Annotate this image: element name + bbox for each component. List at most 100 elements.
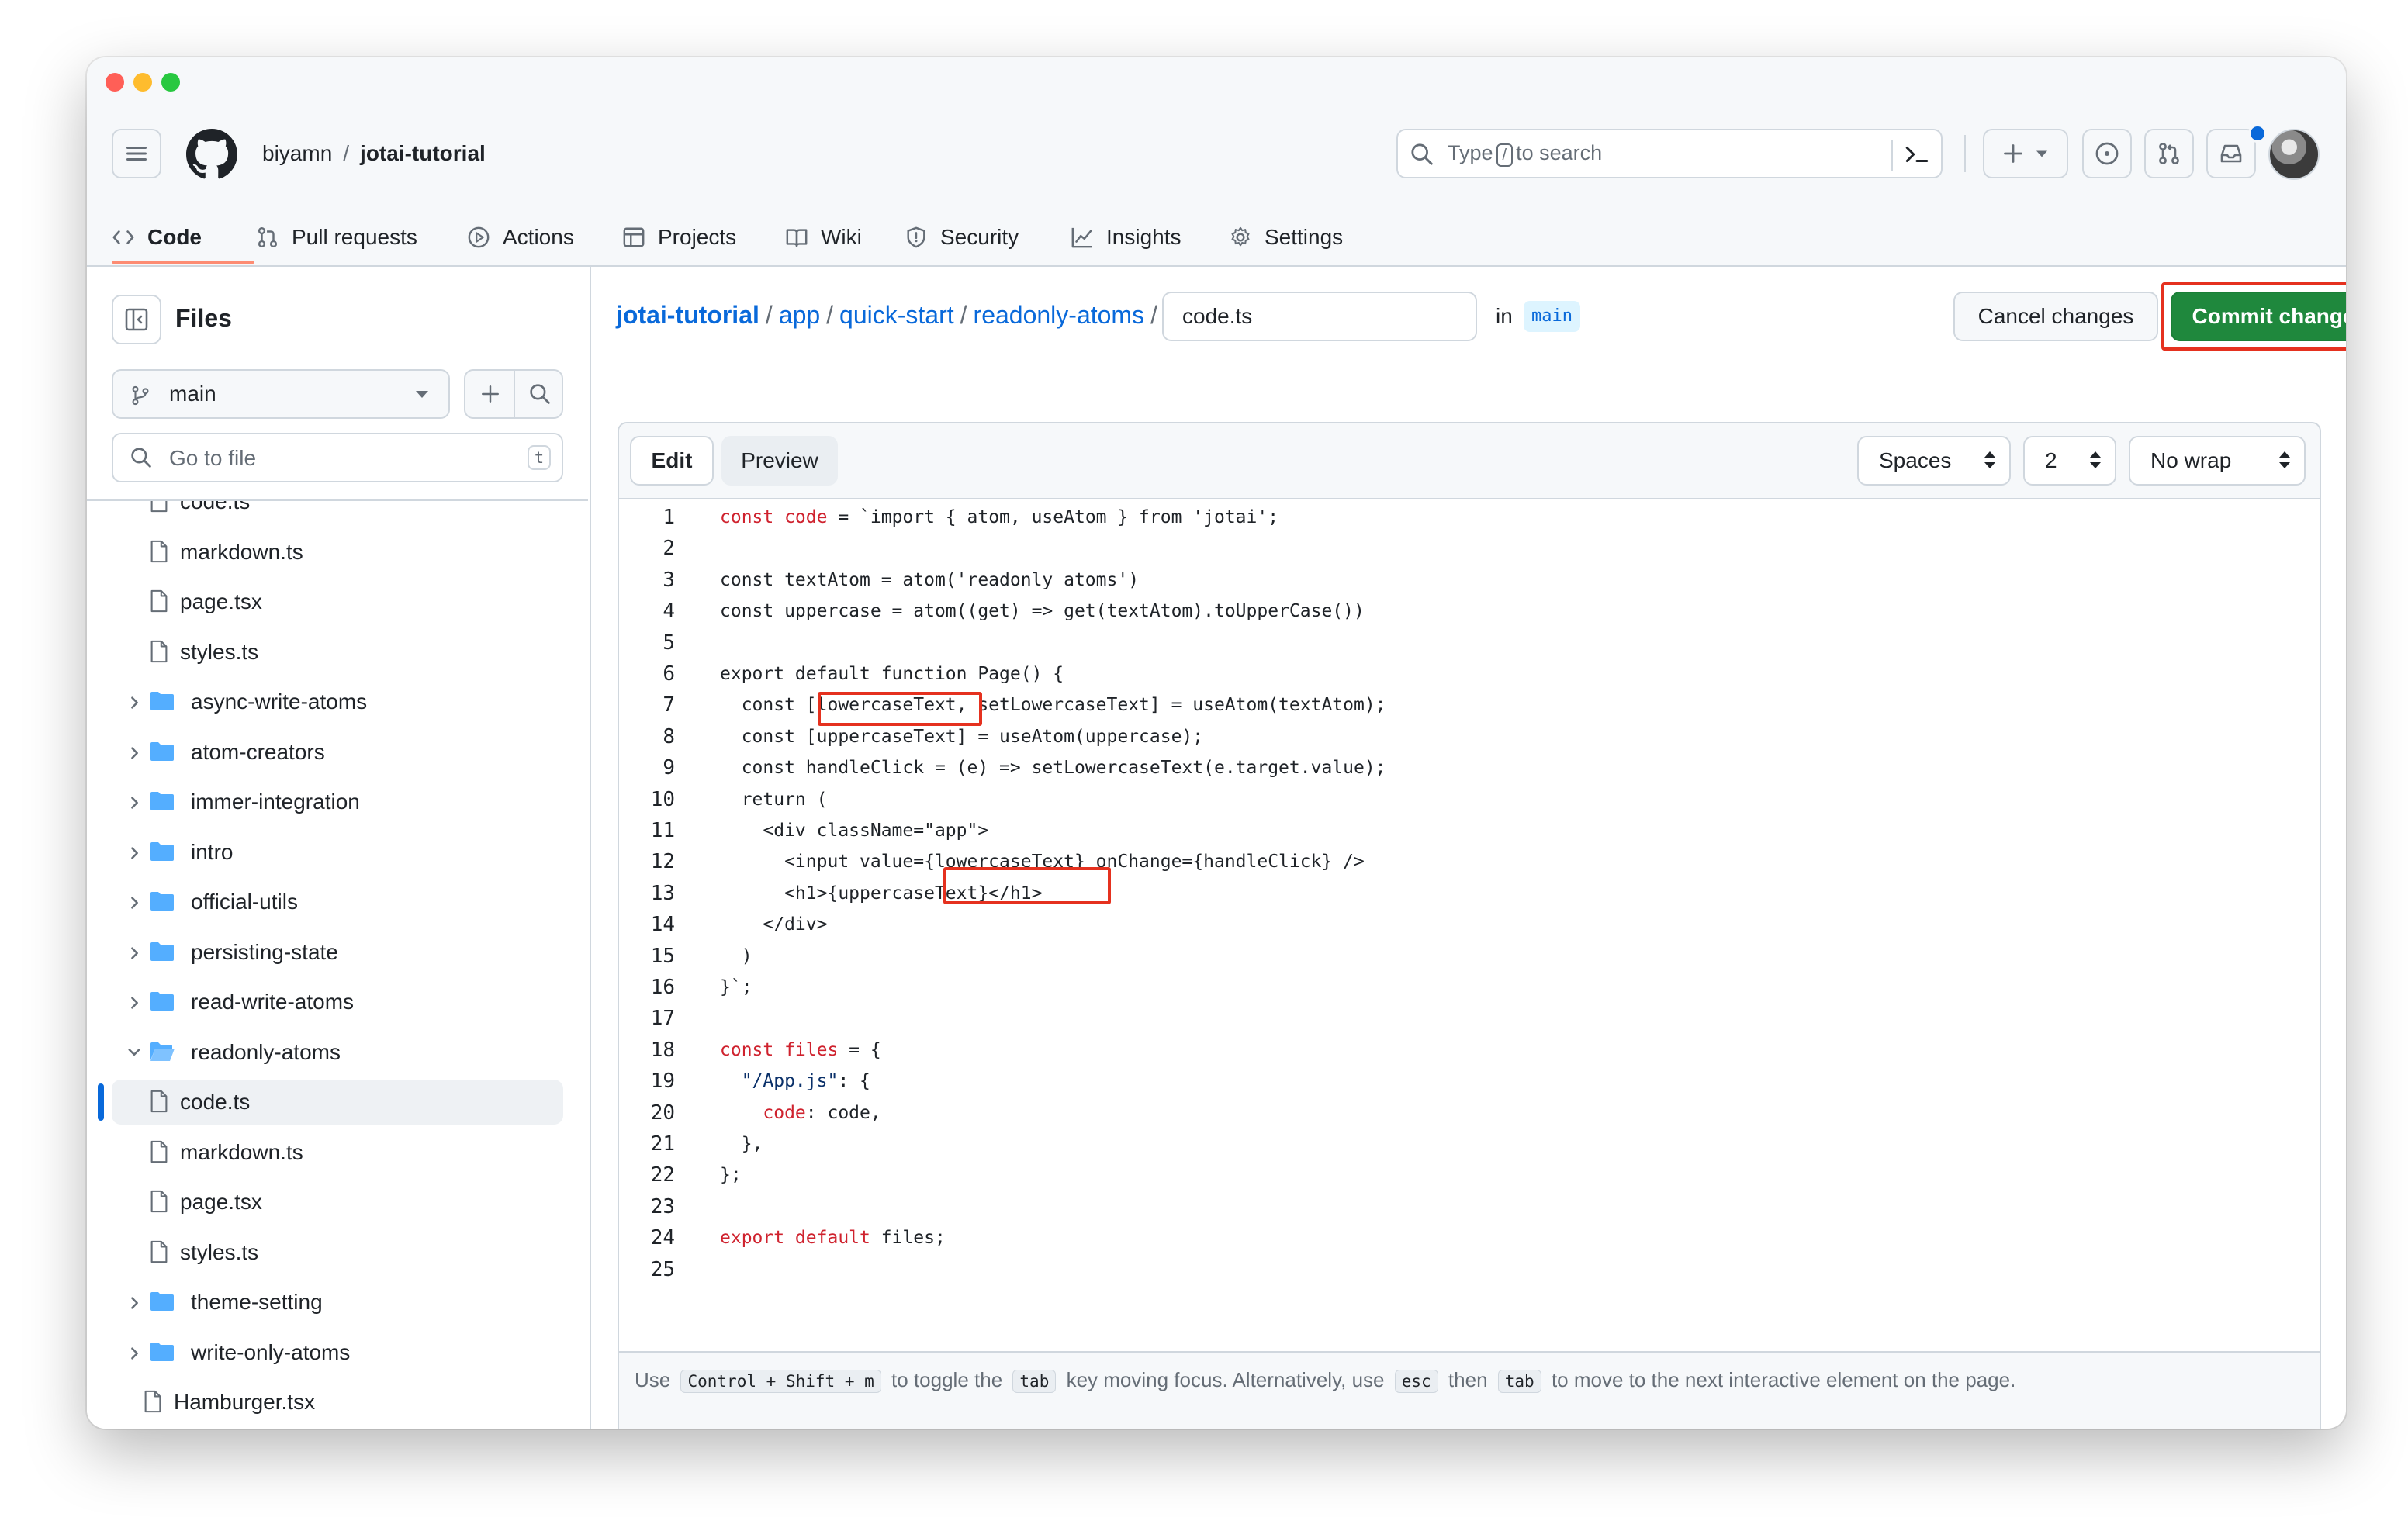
tab-actions[interactable]: Actions [467,209,574,265]
line-text: const textAtom = atom('readonly atoms') [720,570,1139,590]
tree-item-label: markdown.ts [180,1139,303,1164]
line-number: 20 [650,1101,675,1125]
folder-icon [150,892,174,911]
command-palette-icon[interactable] [1904,141,1930,168]
window-close-button[interactable] [106,73,124,92]
tree-item-label: page.tsx [180,1190,262,1214]
header-divider [1964,135,1966,172]
user-avatar[interactable] [2268,129,2320,180]
breadcrumb-app-link[interactable]: app [779,301,820,329]
hamburger-menu-button[interactable] [112,129,161,178]
search-files-button[interactable] [515,371,565,417]
commit-changes-button[interactable]: Commit changes... [2171,292,2346,341]
breadcrumb-separator: / [765,301,773,329]
tab-insights[interactable]: Insights [1071,209,1182,265]
window-minimize-button[interactable] [133,73,152,92]
repo-owner-link[interactable]: biyamn [262,141,332,165]
chevron-right-icon [131,746,138,759]
tab-wiki[interactable]: Wiki [785,209,862,265]
tree-folder-item[interactable]: atom-creators [112,730,563,775]
tree-folder-item[interactable]: write-only-atoms [112,1330,563,1375]
tree-item-label: persisting-state [191,939,338,964]
breadcrumb-readonly-atoms-link[interactable]: readonly-atoms [974,301,1145,329]
tree-file-item[interactable]: markdown.ts [112,530,563,575]
filename-input[interactable] [1162,292,1477,341]
issues-button[interactable] [2082,129,2132,178]
indent-mode-value: Spaces [1879,448,1952,472]
tree-folder-item[interactable]: immer-integration [112,779,563,824]
tree-folder-item[interactable]: intro [112,830,563,875]
shield-icon [907,226,925,248]
window-zoom-button[interactable] [161,73,180,92]
key-m: m [864,1372,874,1391]
indent-mode-select[interactable]: Spaces [1857,436,2011,486]
repo-name-link[interactable]: jotai-tutorial [360,141,486,165]
tree-item-label: readonly-atoms [191,1039,341,1064]
wrap-mode-select[interactable]: No wrap [2129,436,2306,486]
branch-name: main [169,382,216,406]
book-icon [786,229,808,247]
tree-folder-item[interactable]: theme-setting [112,1280,563,1325]
code-area[interactable]: 25 24 export default files; 23 22}; 21 }, 20 c… [619,499,2320,1353]
editor-toolbar: Preview Edit Spaces 2 No wrap [619,423,2320,499]
create-new-button[interactable] [1983,129,2068,178]
line-number: 1 [663,506,675,529]
repo-header: biyamn/jotai-tutorial Type/to search [87,57,2346,267]
annotation-highlight-box [943,867,1111,904]
chevron-right-icon [131,997,138,1009]
key-control: Control [687,1372,756,1391]
tree-file-item[interactable]: markdown.ts [112,1130,563,1175]
breadcrumb: jotai-tutorial / app / quick-start / readonly-… [616,301,1164,330]
folder-icon [150,942,174,961]
line-text: export default function Page() { [720,664,1064,684]
tree-file-item[interactable]: page.tsx [112,1180,563,1225]
breadcrumb-quick-start-link[interactable]: quick-start [839,301,954,329]
key-plus: + [844,1372,855,1391]
tab-key: tab [1012,1370,1057,1393]
branch-selector[interactable]: main [112,369,450,419]
tab-code[interactable]: Code [112,209,202,265]
tab-label: Code [147,225,202,249]
pull-request-icon [258,226,278,248]
edit-tab[interactable]: Edit [630,436,714,486]
tree-file-item[interactable]: styles.ts [112,630,563,675]
tree-folder-item[interactable]: official-utils [112,880,563,924]
tree-folder-item[interactable]: readonly-atoms [112,1030,563,1075]
chevron-right-icon [131,846,138,859]
tree-folder-item[interactable]: persisting-state [112,930,563,975]
tab-label: Wiki [821,225,862,249]
chevron-right-icon [131,1297,138,1309]
tab-projects[interactable]: Projects [622,209,736,265]
tab-settings[interactable]: Settings [1229,209,1343,265]
cancel-changes-button[interactable]: Cancel changes [1953,292,2158,341]
line-number: 19 [650,1070,675,1094]
global-search-input[interactable]: Type / to search [1396,129,1943,178]
folder-open-icon [150,1042,175,1061]
line-text: "/App.js": { [720,1071,870,1091]
github-logo-icon[interactable] [186,129,237,180]
go-to-file-placeholder: Go to file [169,446,257,470]
go-to-file-input[interactable]: Go to file t [112,433,563,482]
breadcrumb-separator: / [960,301,967,329]
preview-tab[interactable]: Preview [721,436,838,486]
tree-file-item[interactable]: code.ts [112,1080,563,1125]
footer-text: then [1448,1368,1488,1391]
tree-file-item[interactable]: page.tsx [112,579,563,624]
table-icon [623,227,645,247]
chevron-right-icon [131,696,138,709]
collapse-sidebar-button[interactable] [112,295,161,344]
tab-pull-requests[interactable]: Pull requests [256,209,417,265]
tab-security[interactable]: Security [905,209,1019,265]
control-shift-m-key: Control + Shift + m [680,1370,881,1393]
tree-file-item[interactable]: code.ts [112,501,563,524]
tree-folder-item[interactable]: async-write-atoms [112,679,563,724]
indent-size-select[interactable]: 2 [2023,436,2116,486]
tree-folder-item[interactable]: read-write-atoms [112,980,563,1025]
folder-icon [150,1292,174,1311]
add-file-button[interactable] [465,371,515,417]
tree-file-item[interactable]: Hamburger.tsx [112,1380,563,1425]
code-token: "/App.js" [720,1071,839,1092]
pull-requests-button[interactable] [2144,129,2194,178]
tree-file-item[interactable]: styles.ts [112,1230,563,1275]
breadcrumb-repo-link[interactable]: jotai-tutorial [616,301,759,329]
